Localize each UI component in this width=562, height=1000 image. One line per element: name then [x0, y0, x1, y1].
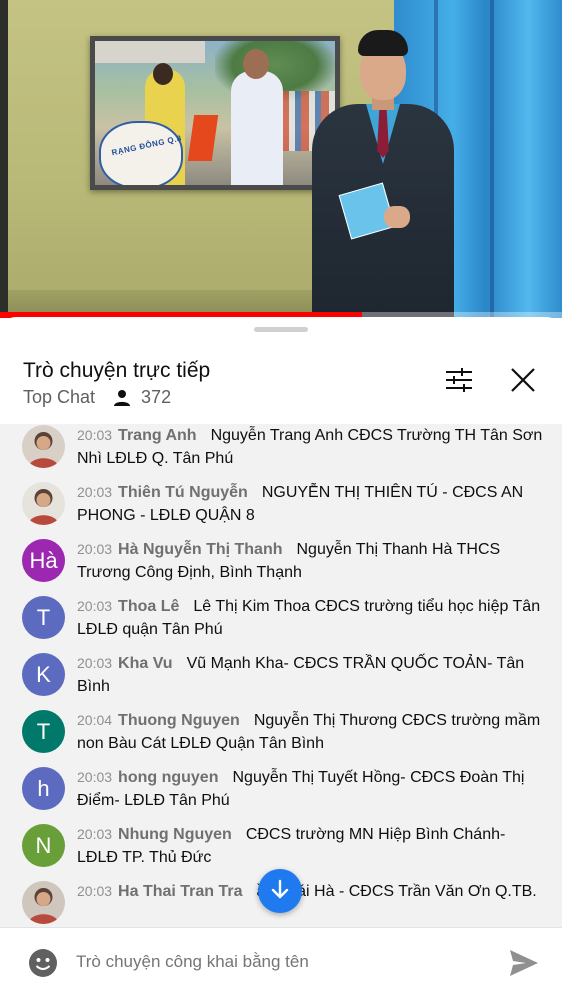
- news-footage-frame: RẠNG ĐÔNG Q.8: [90, 36, 340, 190]
- chat-subheader: Top Chat 372: [23, 387, 171, 408]
- chat-message-list[interactable]: 20:03 Trang Anh Nguyễn Trang Anh CĐCS Trườ…: [0, 424, 562, 927]
- message-timestamp: 20:03: [77, 655, 113, 671]
- profile-photo-icon: [28, 489, 59, 525]
- chat-message-input[interactable]: [76, 952, 476, 972]
- avatar[interactable]: [22, 482, 65, 525]
- message-author[interactable]: Thuong Nguyen: [118, 712, 240, 729]
- message-timestamp: 20:03: [77, 484, 113, 500]
- footage-tent: [95, 41, 205, 63]
- avatar[interactable]: Hà: [22, 539, 65, 582]
- chat-message-body: 20:03 Hà Nguyễn Thị Thanh Nguyễn Thị Thanh…: [77, 538, 547, 584]
- viewer-count: 372: [141, 387, 172, 407]
- drag-handle[interactable]: [254, 327, 308, 332]
- scroll-to-bottom-button[interactable]: [258, 869, 302, 913]
- avatar[interactable]: T: [22, 596, 65, 639]
- chat-message[interactable]: Hà 20:03 Hà Nguyễn Thị Thanh Nguyễn Thị Tha…: [0, 538, 562, 595]
- live-stream-screen: RẠNG ĐÔNG Q.8 Trò chuyện trực tiếp Top C…: [0, 0, 562, 1000]
- message-author[interactable]: Trang Anh: [118, 427, 197, 444]
- chat-message-body: 20:03 Thiên Tú Nguyễn NGUYỄN THỊ THIÊN TÚ …: [77, 481, 547, 527]
- message-author[interactable]: Kha Vu: [118, 655, 173, 672]
- message-timestamp: 20:03: [77, 598, 113, 614]
- message-timestamp: 20:03: [77, 769, 113, 785]
- emoji-button[interactable]: [28, 948, 58, 978]
- message-author[interactable]: hong nguyen: [118, 769, 218, 786]
- message-timestamp: 20:03: [77, 541, 113, 557]
- chat-message-body: 20:03 Nhung Nguyen CĐCS trường MN Hiệp Bìn…: [77, 823, 547, 869]
- avatar[interactable]: T: [22, 710, 65, 753]
- avatar[interactable]: [22, 881, 65, 924]
- chat-message[interactable]: K 20:03 Kha Vu Vũ Mạnh Kha- CĐCS TRẦN QUỐC …: [0, 652, 562, 709]
- message-author[interactable]: Nhung Nguyen: [118, 826, 232, 843]
- footage-person-right-head: [243, 49, 269, 79]
- close-icon: [510, 367, 536, 398]
- studio-edge: [0, 0, 8, 318]
- footage-person-right: [231, 71, 283, 185]
- chat-message[interactable]: 20:03 Trang Anh Nguyễn Trang Anh CĐCS Trườ…: [0, 424, 562, 481]
- filter-button[interactable]: [442, 365, 476, 399]
- sliders-icon: [445, 367, 473, 398]
- avatar[interactable]: N: [22, 824, 65, 867]
- chat-message-body: 20:04 Thuong Nguyen Nguyễn Thị Thương CĐCS…: [77, 709, 547, 755]
- footage-flag: [187, 115, 219, 161]
- chat-message[interactable]: 20:03 Thiên Tú Nguyễn NGUYỄN THỊ THIÊN TÚ …: [0, 481, 562, 538]
- news-anchor-hair: [358, 30, 408, 56]
- message-timestamp: 20:03: [77, 427, 113, 443]
- emoji-icon: [28, 949, 58, 982]
- arrow-down-icon: [269, 878, 291, 905]
- send-button[interactable]: [508, 948, 540, 978]
- avatar[interactable]: K: [22, 653, 65, 696]
- chat-message[interactable]: h 20:03 hong nguyen Nguyễn Thị Tuyết Hồng- …: [0, 766, 562, 823]
- chat-message[interactable]: T 20:03 Thoa Lê Lê Thị Kim Thoa CĐCS trường…: [0, 595, 562, 652]
- video-player[interactable]: RẠNG ĐÔNG Q.8: [0, 0, 562, 318]
- message-author[interactable]: Thoa Lê: [118, 598, 179, 615]
- send-icon: [508, 950, 540, 982]
- profile-photo-icon: [28, 888, 59, 924]
- chat-message[interactable]: T 20:04 Thuong Nguyen Nguyễn Thị Thương CĐC…: [0, 709, 562, 766]
- news-footage: RẠNG ĐÔNG Q.8: [95, 41, 335, 185]
- footage-person-left-head: [153, 63, 173, 85]
- avatar[interactable]: [22, 425, 65, 468]
- person-icon: [113, 389, 131, 407]
- chat-message-body: 20:03 Ha Thai Tran Tra ần Thái Hà - CĐCS T…: [77, 880, 547, 904]
- message-author[interactable]: Ha Thai Tran Tra: [118, 883, 242, 900]
- chat-mode-selector[interactable]: Top Chat: [23, 387, 95, 408]
- message-author[interactable]: Hà Nguyễn Thị Thanh: [118, 541, 282, 558]
- chat-message-body: 20:03 Thoa Lê Lê Thị Kim Thoa CĐCS trường …: [77, 595, 547, 641]
- chat-composer: [0, 927, 562, 1000]
- chat-message-body: 20:03 Kha Vu Vũ Mạnh Kha- CĐCS TRẦN QUỐC T…: [77, 652, 547, 698]
- close-chat-button[interactable]: [506, 365, 540, 399]
- message-author[interactable]: Thiên Tú Nguyễn: [118, 484, 248, 501]
- avatar[interactable]: h: [22, 767, 65, 810]
- chat-message-body: 20:03 hong nguyen Nguyễn Thị Tuyết Hồng- C…: [77, 766, 547, 812]
- news-anchor-hand: [384, 206, 410, 228]
- chat-message-body: 20:03 Trang Anh Nguyễn Trang Anh CĐCS Trườ…: [77, 424, 547, 470]
- message-timestamp: 20:03: [77, 883, 113, 899]
- live-chat-panel: Trò chuyện trực tiếp Top Chat 372 20:03 T…: [0, 317, 562, 1000]
- profile-photo-icon: [28, 432, 59, 468]
- message-timestamp: 20:03: [77, 826, 113, 842]
- chat-title: Trò chuyện trực tiếp: [23, 359, 211, 382]
- message-timestamp: 20:04: [77, 712, 113, 728]
